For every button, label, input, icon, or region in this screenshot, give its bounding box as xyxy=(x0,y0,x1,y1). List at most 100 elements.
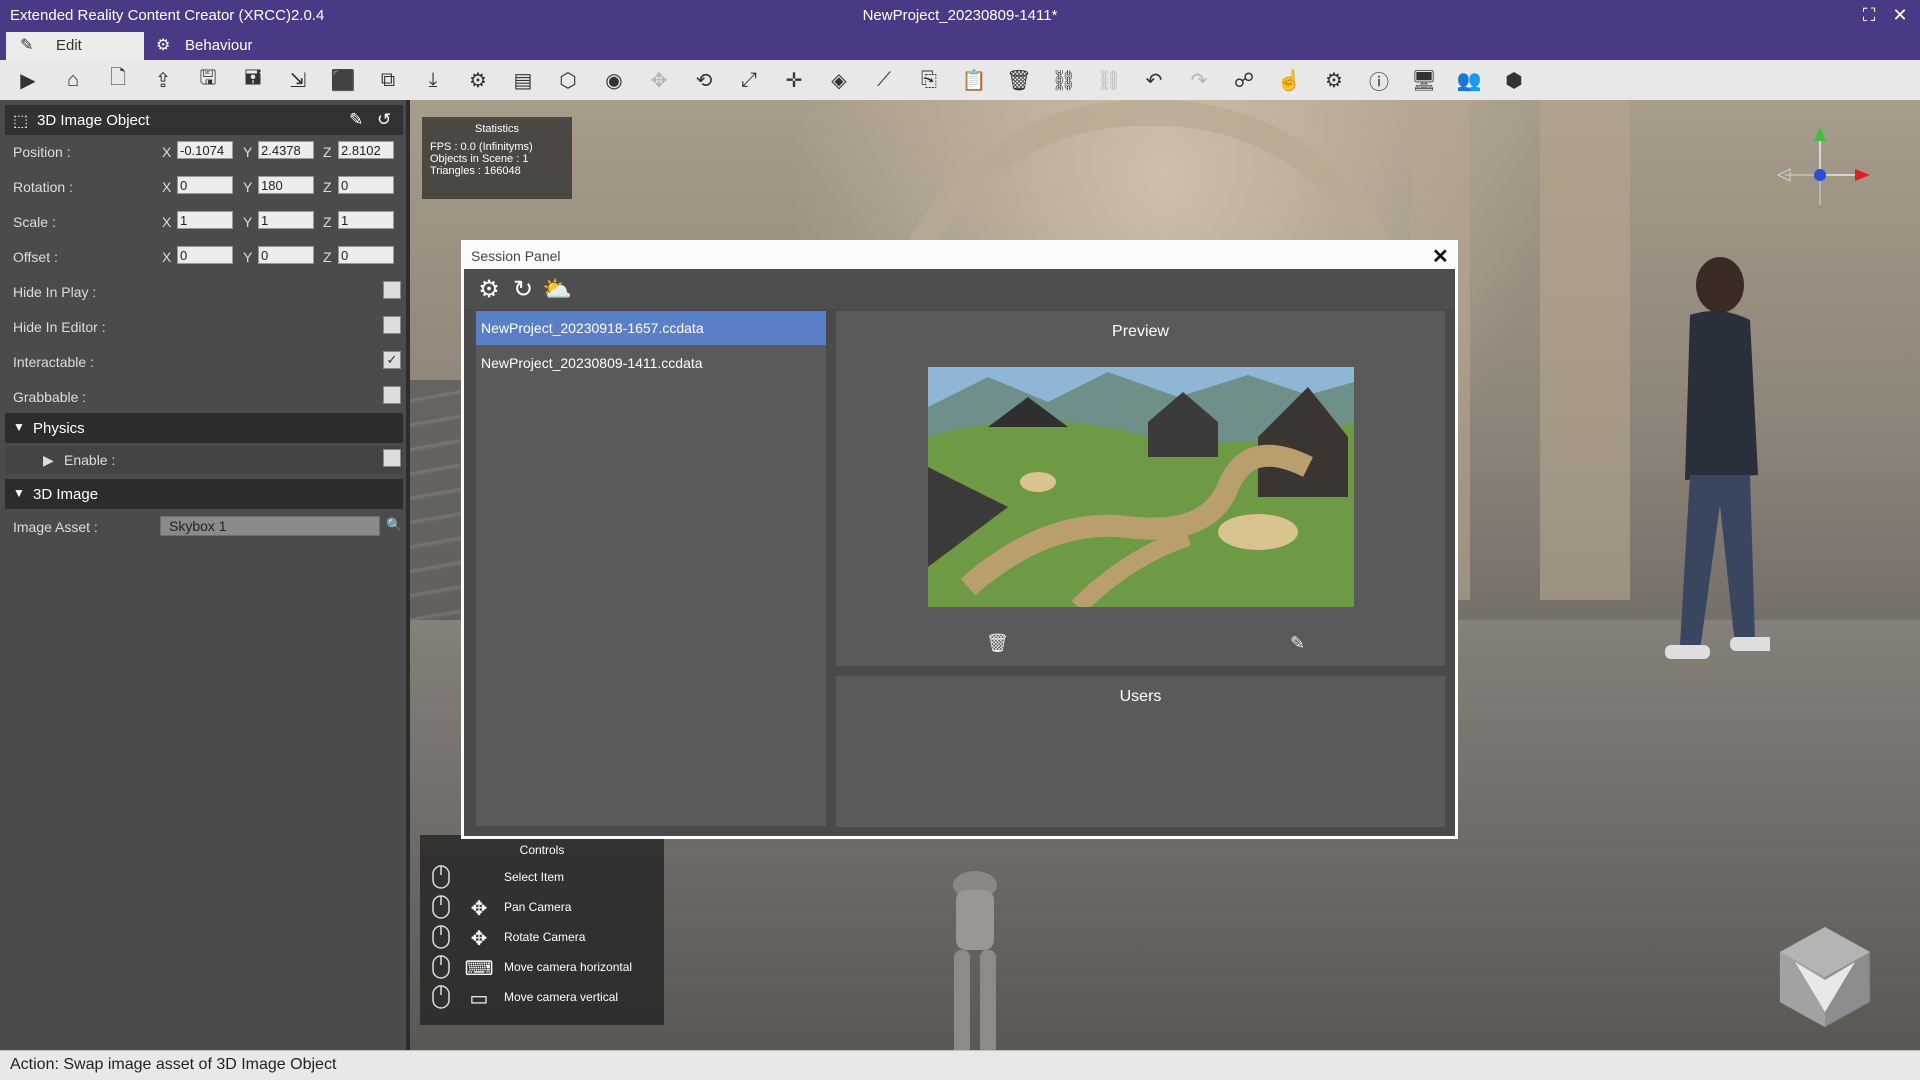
transform-label: Scale : xyxy=(13,214,56,230)
scene-settings-icon[interactable]: ⚙ xyxy=(463,65,493,95)
maximize-icon[interactable]: ⛶ xyxy=(1858,4,1880,26)
x-value-field[interactable] xyxy=(177,246,233,264)
view-cube-icon[interactable] xyxy=(1775,922,1875,1032)
y-value-field[interactable] xyxy=(258,141,314,159)
move-icon[interactable]: ✥ xyxy=(644,65,674,95)
x-value-field[interactable] xyxy=(177,176,233,194)
flag-label: Hide In Editor : xyxy=(13,319,106,335)
add-object-icon[interactable]: ⬡ xyxy=(553,65,583,95)
image-asset-field[interactable]: Skybox 1 xyxy=(160,516,380,536)
title-bar: Extended Reality Content Creator (XRCC)2… xyxy=(0,0,1920,30)
axis-z-label: Z xyxy=(323,144,332,160)
transform-icon[interactable]: ✛ xyxy=(779,65,809,95)
flag-row: Grabbable : xyxy=(5,383,403,411)
image-section-header[interactable]: ▼ 3D Image xyxy=(5,479,403,509)
play-icon[interactable]: ▶ xyxy=(13,65,43,95)
import-icon[interactable]: ⤓ xyxy=(418,65,448,95)
scale-icon[interactable]: ⤢ xyxy=(734,65,764,95)
control-action-icon: ▭ xyxy=(469,988,489,1010)
session-preview-image xyxy=(928,367,1354,607)
edit-icon[interactable]: ✎ xyxy=(1290,633,1305,654)
stack-icon[interactable]: ⧉ xyxy=(373,65,403,95)
y-value-field[interactable] xyxy=(258,211,314,229)
mouse-icon xyxy=(432,895,450,919)
gear-icon: ⚙ xyxy=(156,37,171,54)
search-icon[interactable]: 🔍 xyxy=(386,517,402,533)
control-hint-label: Move camera vertical xyxy=(504,990,619,1004)
mouse-icon xyxy=(432,925,450,949)
layers-icon[interactable]: ▤ xyxy=(508,65,538,95)
save-icon[interactable]: 🖫 xyxy=(193,65,223,95)
reset-icon[interactable]: ↺ xyxy=(377,110,391,130)
flag-row: Interactable : ✓ xyxy=(5,348,403,376)
close-icon[interactable]: ✕ xyxy=(1432,244,1449,269)
session-file-item[interactable]: NewProject_20230918-1657.ccdata xyxy=(476,311,826,345)
home-icon[interactable]: ⌂ xyxy=(58,65,88,95)
edit-icon: ✎ xyxy=(20,37,34,54)
open-project-icon[interactable]: ⇪ xyxy=(148,65,178,95)
transform-label: Rotation : xyxy=(13,179,73,195)
cloud-download-icon[interactable]: ⛅ xyxy=(542,275,572,305)
pencil-icon[interactable]: ✎ xyxy=(349,110,363,130)
session-file-list[interactable]: NewProject_20230918-1657.ccdata NewProjec… xyxy=(476,311,826,826)
interaction-icon[interactable]: ☝ xyxy=(1274,65,1304,95)
users-icon[interactable]: 👥 xyxy=(1454,65,1484,95)
x-value-field[interactable] xyxy=(177,141,233,159)
control-hint-row: ✥ Pan Camera xyxy=(420,893,664,923)
control-hint-label: Pan Camera xyxy=(504,900,572,914)
expand-triangle-icon[interactable]: ▶ xyxy=(43,452,54,469)
control-hint-label: Select Item xyxy=(504,870,565,884)
z-value-field[interactable] xyxy=(338,211,394,229)
flag-checkbox[interactable] xyxy=(383,316,401,334)
transform-row: Offset : X Y Z xyxy=(5,243,403,271)
collapse-triangle-icon: ▼ xyxy=(13,420,25,434)
rotate-icon[interactable]: ⟲ xyxy=(689,65,719,95)
cube-icon[interactable]: ◈ xyxy=(824,65,854,95)
control-action-icon: ✥ xyxy=(470,928,488,950)
settings-icon[interactable]: ⚙ xyxy=(1319,65,1349,95)
unlink-icon[interactable]: ⛓ xyxy=(1094,65,1124,95)
save-as-icon[interactable]: 🖬 xyxy=(238,65,268,95)
network-icon[interactable]: ⚙ xyxy=(474,275,504,305)
link-icon[interactable]: ⛓ xyxy=(1049,65,1079,95)
tab-edit[interactable]: ✎ Edit xyxy=(6,32,144,60)
refresh-icon[interactable]: ↻ xyxy=(508,275,538,305)
unity-icon[interactable]: ⬢ xyxy=(1499,65,1529,95)
wand-icon[interactable]: ⟋ xyxy=(869,65,899,95)
z-value-field[interactable] xyxy=(338,141,394,159)
flag-checkbox[interactable] xyxy=(383,281,401,299)
physics-section-header[interactable]: ▼ Physics xyxy=(5,413,403,443)
visibility-icon[interactable]: ◉ xyxy=(599,65,629,95)
physics-enable-checkbox[interactable] xyxy=(383,449,401,467)
y-value-field[interactable] xyxy=(258,176,314,194)
x-value-field[interactable] xyxy=(177,211,233,229)
paste-icon[interactable]: 📋 xyxy=(959,65,989,95)
flag-checkbox[interactable] xyxy=(383,386,401,404)
control-hint-row: Select Item xyxy=(420,863,664,893)
main-toolbar: ▶ ⌂ 🗋 ⇪ 🖫 🖬 ⇲ ⬛ ⧉ ⤓ ⚙ ▤ ⬡ ◉ ✥ ⟲ ⤢ ✛ ◈ ⟋ ⎘ 📋 🗑 ⛓ ⛓ ↶ ↷ ☍ ☝ ⚙ ⓘ 🖥 👥 ⬢ xyxy=(0,60,1920,101)
export-icon[interactable]: ⇲ xyxy=(283,65,313,95)
z-value-field[interactable] xyxy=(338,176,394,194)
box-icon[interactable]: ⬛ xyxy=(328,65,358,95)
tab-edit-label: Edit xyxy=(56,37,82,54)
delete-icon[interactable]: 🗑 xyxy=(986,633,1009,654)
undo-icon[interactable]: ↶ xyxy=(1139,65,1169,95)
flag-checkbox[interactable]: ✓ xyxy=(383,351,401,369)
monitor-settings-icon[interactable]: 🖥 xyxy=(1409,65,1439,95)
delete-icon[interactable]: 🗑 xyxy=(1004,65,1034,95)
orientation-gizmo[interactable] xyxy=(1760,125,1880,245)
axis-z-label: Z xyxy=(323,179,332,195)
close-icon[interactable]: ✕ xyxy=(1889,4,1911,26)
physics-enable-row: ▶ Enable : xyxy=(5,446,403,474)
redo-icon[interactable]: ↷ xyxy=(1184,65,1214,95)
share-icon[interactable]: ☍ xyxy=(1229,65,1259,95)
info-icon[interactable]: ⓘ xyxy=(1364,65,1394,95)
session-panel-title: Session Panel xyxy=(471,248,561,264)
y-value-field[interactable] xyxy=(258,246,314,264)
copy-icon[interactable]: ⎘ xyxy=(914,65,944,95)
z-value-field[interactable] xyxy=(338,246,394,264)
flag-row: Hide In Play : xyxy=(5,278,403,306)
session-file-item[interactable]: NewProject_20230809-1411.ccdata xyxy=(476,346,826,380)
new-project-icon[interactable]: 🗋 xyxy=(103,65,133,95)
tab-behaviour[interactable]: ⚙ Behaviour xyxy=(138,32,308,60)
